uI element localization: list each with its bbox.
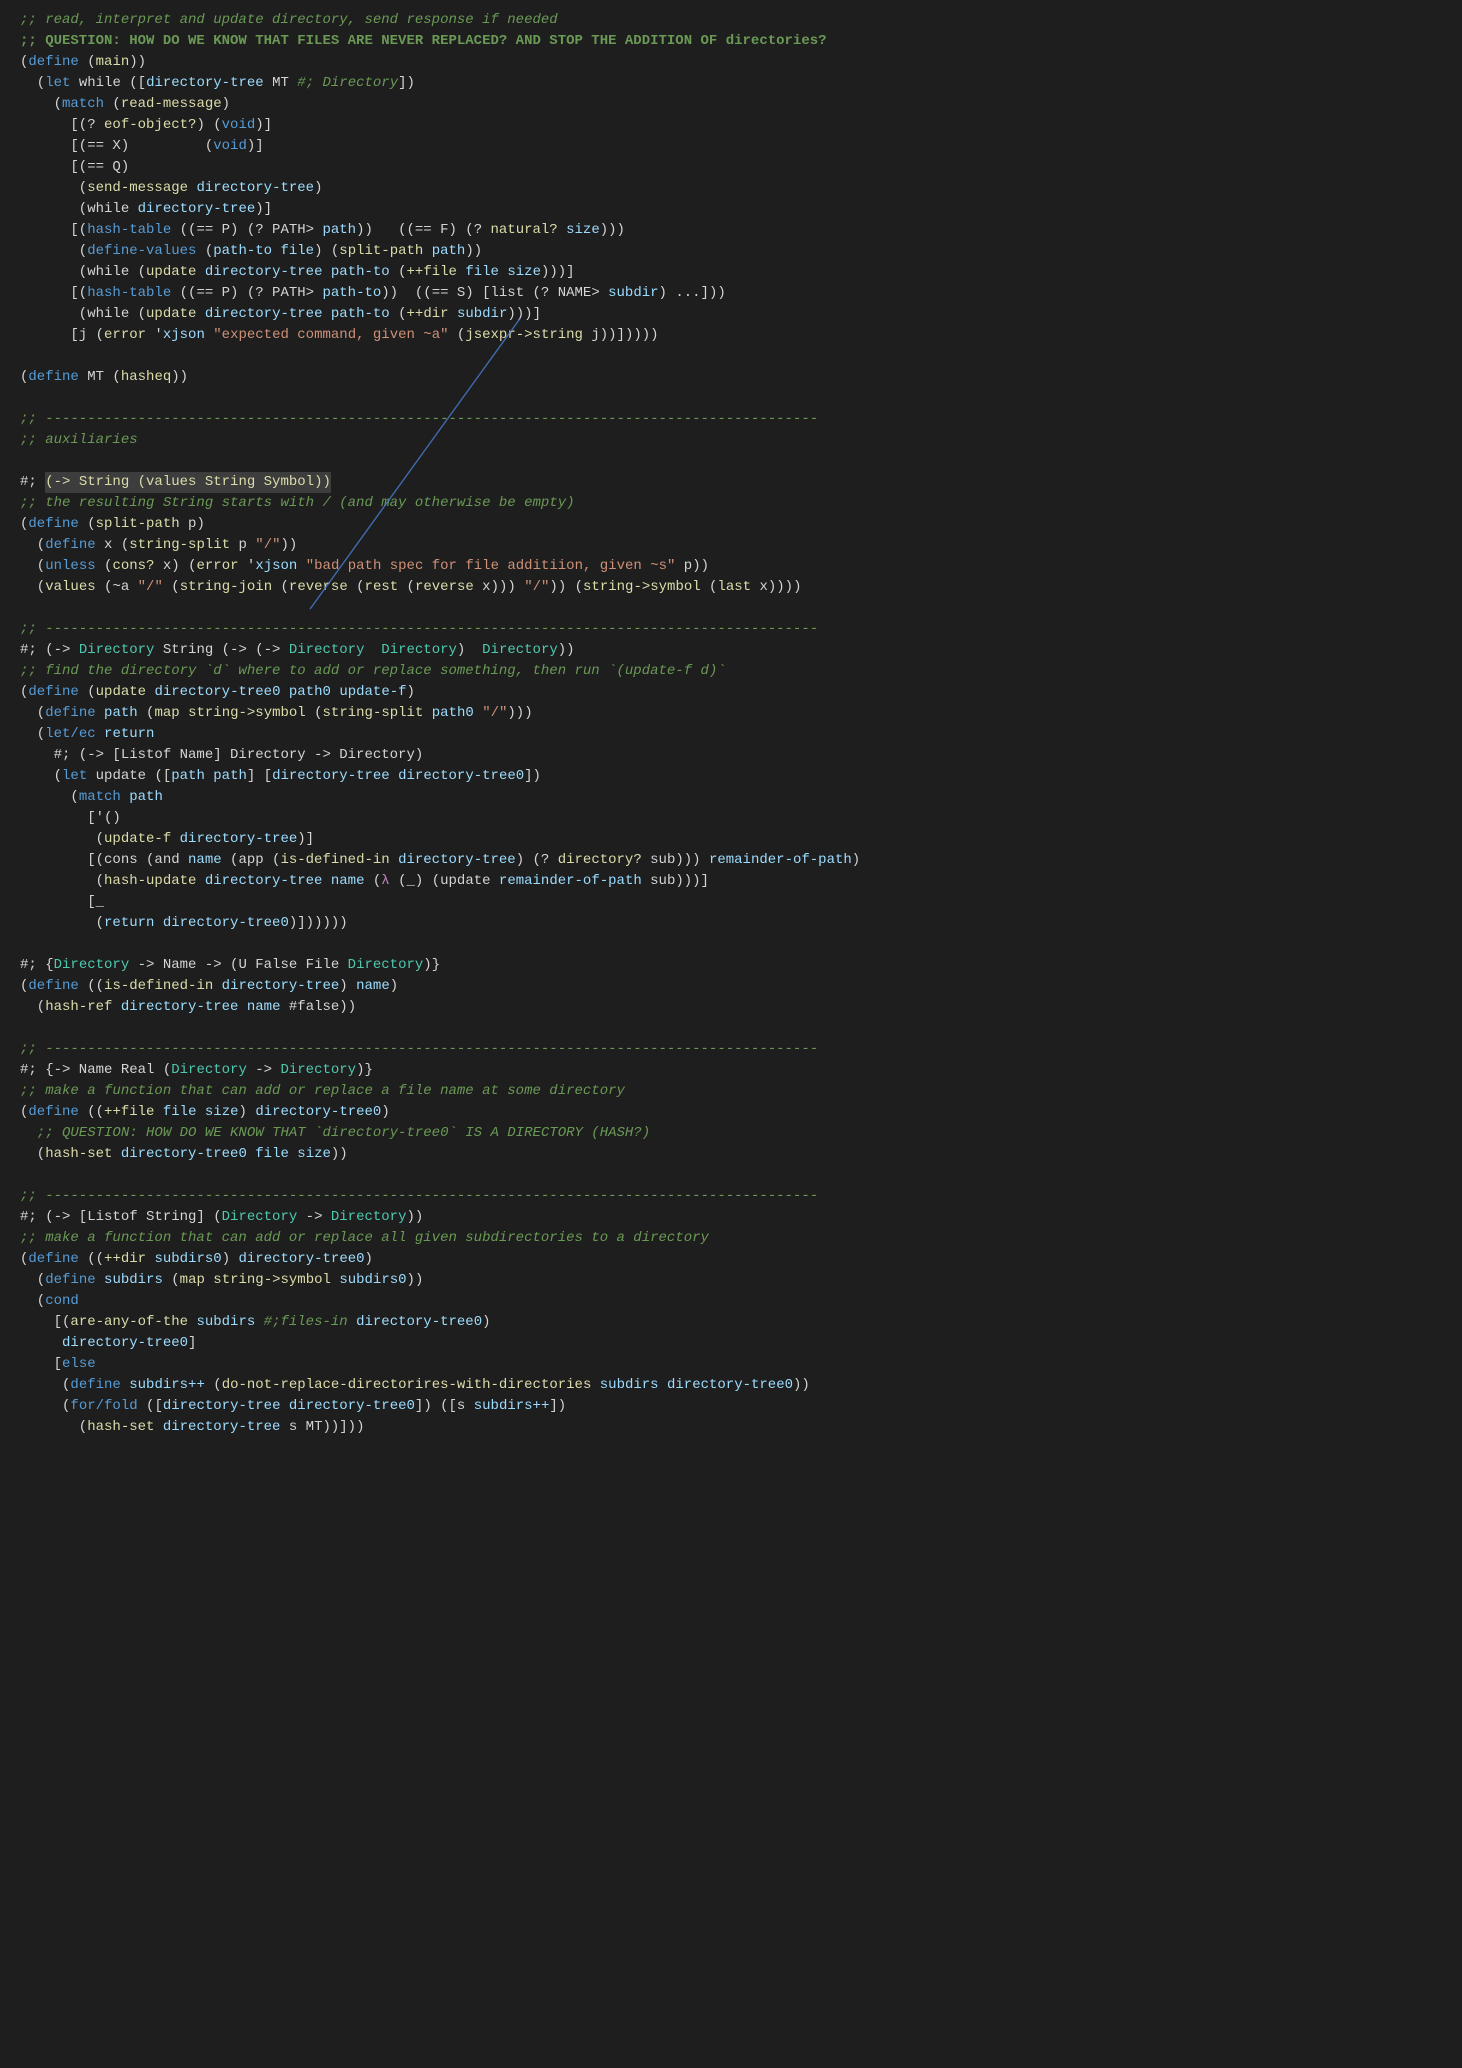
- code-line-9: (send-message directory-tree): [0, 178, 1462, 199]
- code-line-8: [(== Q): [0, 157, 1462, 178]
- code-line-2: ;; QUESTION: HOW DO WE KNOW THAT FILES A…: [0, 31, 1462, 52]
- code-line-5: (match (read-message): [0, 94, 1462, 115]
- code-line-42: (hash-update directory-tree name (λ (_) …: [0, 871, 1462, 892]
- code-line-58: #; (-> [Listof String] (Directory -> Dir…: [0, 1207, 1462, 1228]
- code-line-18: (define MT (hasheq)): [0, 367, 1462, 388]
- code-line-67: (for/fold ([directory-tree directory-tre…: [0, 1396, 1462, 1417]
- code-line-19: [0, 388, 1462, 409]
- code-line-53: (define ((++file file size) directory-tr…: [0, 1102, 1462, 1123]
- code-line-23: #; (-> String (values String Symbol)): [0, 472, 1462, 493]
- code-line-64: directory-tree0]: [0, 1333, 1462, 1354]
- code-line-4: (let while ([directory-tree MT #; Direct…: [0, 73, 1462, 94]
- code-line-28: (values (~a "/" (string-join (reverse (r…: [0, 577, 1462, 598]
- code-line-14: [(hash-table ((== P) (? PATH> path-to)) …: [0, 283, 1462, 304]
- code-line-11: [(hash-table ((== P) (? PATH> path)) ((=…: [0, 220, 1462, 241]
- code-line-32: ;; find the directory `d` where to add o…: [0, 661, 1462, 682]
- code-line-22: [0, 451, 1462, 472]
- code-line-63: [(are-any-of-the subdirs #;files-in dire…: [0, 1312, 1462, 1333]
- code-line-12: (define-values (path-to file) (split-pat…: [0, 241, 1462, 262]
- code-line-10: (while directory-tree)]: [0, 199, 1462, 220]
- code-line-52: ;; make a function that can add or repla…: [0, 1081, 1462, 1102]
- code-editor: ;; read, interpret and update directory,…: [0, 0, 1462, 1448]
- code-line-65: [else: [0, 1354, 1462, 1375]
- code-line-35: (let/ec return: [0, 724, 1462, 745]
- code-line-66: (define subdirs++ (do-not-replace-direct…: [0, 1375, 1462, 1396]
- code-line-36: #; (-> [Listof Name] Directory -> Direct…: [0, 745, 1462, 766]
- code-line-41: [(cons (and name (app (is-defined-in dir…: [0, 850, 1462, 871]
- code-line-33: (define (update directory-tree0 path0 up…: [0, 682, 1462, 703]
- code-line-56: [0, 1165, 1462, 1186]
- code-line-50: ;; -------------------------------------…: [0, 1039, 1462, 1060]
- code-line-17: [0, 346, 1462, 367]
- code-line-3: (define (main)): [0, 52, 1462, 73]
- code-line-54: ;; QUESTION: HOW DO WE KNOW THAT `direct…: [0, 1123, 1462, 1144]
- code-line-13: (while (update directory-tree path-to (+…: [0, 262, 1462, 283]
- code-line-48: (hash-ref directory-tree name #false)): [0, 997, 1462, 1018]
- code-line-30: ;; -------------------------------------…: [0, 619, 1462, 640]
- code-line-38: (match path: [0, 787, 1462, 808]
- code-line-7: [(== X) (void)]: [0, 136, 1462, 157]
- code-line-55: (hash-set directory-tree0 file size)): [0, 1144, 1462, 1165]
- comment-text: ;; read, interpret and update directory,…: [20, 10, 558, 31]
- code-line-51: #; {-> Name Real (Directory -> Directory…: [0, 1060, 1462, 1081]
- code-line-34: (define path (map string->symbol (string…: [0, 703, 1462, 724]
- code-line-44: (return directory-tree0)]))))): [0, 913, 1462, 934]
- code-line-26: (define x (string-split p "/")): [0, 535, 1462, 556]
- code-line-39: ['(): [0, 808, 1462, 829]
- comment-text: ;; QUESTION: HOW DO WE KNOW THAT FILES A…: [20, 31, 827, 52]
- code-line-47: (define ((is-defined-in directory-tree) …: [0, 976, 1462, 997]
- code-line-24: ;; the resulting String starts with / (a…: [0, 493, 1462, 514]
- code-line-46: #; {Directory -> Name -> (U False File D…: [0, 955, 1462, 976]
- code-line-62: (cond: [0, 1291, 1462, 1312]
- code-line-45: [0, 934, 1462, 955]
- code-line-6: [(? eof-object?) (void)]: [0, 115, 1462, 136]
- code-line-20: ;; -------------------------------------…: [0, 409, 1462, 430]
- code-line-16: [j (error 'xjson "expected command, give…: [0, 325, 1462, 346]
- code-line-68: (hash-set directory-tree s MT))])): [0, 1417, 1462, 1438]
- code-line-1: ;; read, interpret and update directory,…: [0, 10, 1462, 31]
- code-line-40: (update-f directory-tree)]: [0, 829, 1462, 850]
- code-line-37: (let update ([path path] [directory-tree…: [0, 766, 1462, 787]
- code-line-21: ;; auxiliaries: [0, 430, 1462, 451]
- code-line-43: [_: [0, 892, 1462, 913]
- code-line-27: (unless (cons? x) (error 'xjson "bad pat…: [0, 556, 1462, 577]
- code-line-59: ;; make a function that can add or repla…: [0, 1228, 1462, 1249]
- code-line-57: ;; -------------------------------------…: [0, 1186, 1462, 1207]
- code-line-61: (define subdirs (map string->symbol subd…: [0, 1270, 1462, 1291]
- code-line-49: [0, 1018, 1462, 1039]
- code-line-25: (define (split-path p): [0, 514, 1462, 535]
- code-line-31: #; (-> Directory String (-> (-> Director…: [0, 640, 1462, 661]
- code-line-15: (while (update directory-tree path-to (+…: [0, 304, 1462, 325]
- code-line-60: (define ((++dir subdirs0) directory-tree…: [0, 1249, 1462, 1270]
- code-line-29: [0, 598, 1462, 619]
